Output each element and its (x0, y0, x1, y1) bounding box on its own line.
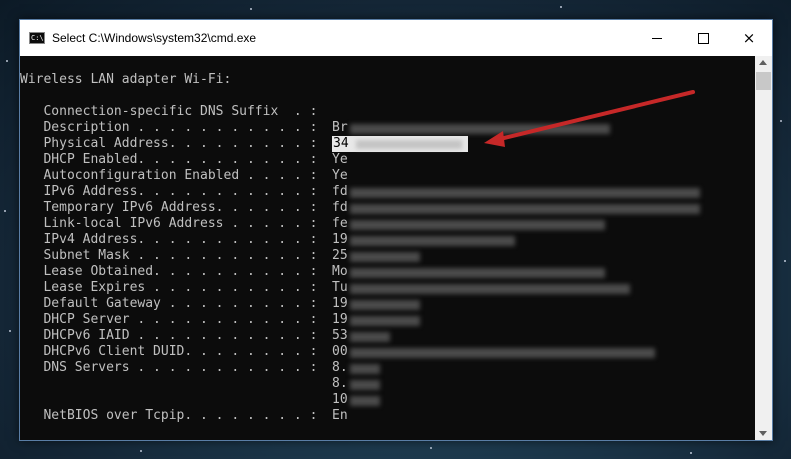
scroll-up-arrow-icon[interactable] (759, 60, 767, 65)
vertical-scrollbar[interactable] (755, 56, 772, 440)
console-line-value: 25 (332, 248, 348, 263)
console-line-value: 10 (332, 392, 348, 407)
console-line-value: 8. (332, 376, 348, 391)
redacted-physical-address (356, 140, 462, 149)
title-bar[interactable]: C:\ Select C:\Windows\system32\cmd.exe × (20, 20, 772, 56)
console-line-value: Mo (332, 264, 348, 279)
console-line-value: Ye (332, 168, 348, 183)
minimize-button[interactable] (634, 20, 680, 56)
cmd-window: C:\ Select C:\Windows\system32\cmd.exe ×… (19, 19, 773, 441)
console-line-label: Connection-specific DNS Suffix . : (20, 104, 318, 119)
console-line-label: IPv6 Address. . . . . . . . . . . : (20, 184, 318, 199)
console-line-label: Physical Address. . . . . . . . . : (20, 136, 318, 151)
console-line-label: Temporary IPv6 Address. . . . . . : (20, 200, 318, 215)
scroll-thumb[interactable] (756, 72, 771, 90)
scroll-down-arrow-icon[interactable] (759, 431, 767, 436)
minimize-icon (652, 37, 662, 39)
adapter-header: Wireless LAN adapter Wi-Fi: (20, 72, 232, 87)
console-line-value: En (332, 408, 348, 423)
console-line-value: fd (332, 184, 348, 199)
redacted-value (350, 300, 420, 310)
console-line-label: Lease Expires . . . . . . . . . . : (20, 280, 318, 295)
console-line-label: Subnet Mask . . . . . . . . . . . : (20, 248, 318, 263)
console-line-value: 19 (332, 312, 348, 327)
console-line-value: 19 (332, 296, 348, 311)
console-line-value: fd (332, 200, 348, 215)
console-line-label: Default Gateway . . . . . . . . . : (20, 296, 318, 311)
redacted-value (350, 236, 515, 246)
console-line-value: 19 (332, 232, 348, 247)
redacted-value (350, 124, 610, 134)
cmd-app-icon[interactable]: C:\ (29, 32, 45, 44)
console-line-value: 53 (332, 328, 348, 343)
close-icon: × (742, 28, 756, 47)
console-line-label: Description . . . . . . . . . . . : (20, 120, 318, 135)
console-line-label: DHCPv6 Client DUID. . . . . . . . : (20, 344, 318, 359)
console-line-label: Lease Obtained. . . . . . . . . . : (20, 264, 318, 279)
console-line-label: IPv4 Address. . . . . . . . . . . : (20, 232, 318, 247)
redacted-value (350, 364, 380, 374)
console-line-value: 00 (332, 344, 348, 359)
redacted-value (350, 268, 605, 278)
redacted-value (350, 284, 630, 294)
console-line-value: Br (332, 120, 348, 135)
redacted-value (350, 188, 700, 198)
redacted-value (350, 316, 420, 326)
redacted-value (350, 220, 605, 230)
console-line-label: DHCPv6 IAID . . . . . . . . . . . : (20, 328, 318, 343)
console-line-value: Tu (332, 280, 348, 295)
cmd-app-icon-text: C:\ (31, 33, 44, 42)
window-controls: × (634, 20, 772, 56)
console-line-value: 8. (332, 360, 348, 375)
console-line-value: Ye (332, 152, 348, 167)
window-title: Select C:\Windows\system32\cmd.exe (52, 31, 257, 45)
console-line-label: DHCP Enabled. . . . . . . . . . . : (20, 152, 318, 167)
maximize-icon (697, 32, 709, 44)
console-line-label: DHCP Server . . . . . . . . . . . : (20, 312, 318, 327)
redacted-value (350, 396, 380, 406)
redacted-value (350, 332, 390, 342)
console-output[interactable]: Wireless LAN adapter Wi-Fi: Connection-s… (20, 56, 756, 440)
redacted-value (350, 348, 655, 358)
physical-address-value: 34 (333, 136, 349, 151)
console-line-value: fe (332, 216, 348, 231)
console-line-label: DNS Servers . . . . . . . . . . . : (20, 360, 318, 375)
maximize-button[interactable] (680, 20, 726, 56)
close-button[interactable]: × (726, 20, 772, 56)
redacted-value (350, 380, 380, 390)
redacted-value (350, 252, 420, 262)
console-line-label: NetBIOS over Tcpip. . . . . . . . : (20, 408, 318, 423)
console-line-label: Autoconfiguration Enabled . . . . : (20, 168, 318, 183)
console-line-label: Link-local IPv6 Address . . . . . : (20, 216, 318, 231)
redacted-value (350, 204, 700, 214)
